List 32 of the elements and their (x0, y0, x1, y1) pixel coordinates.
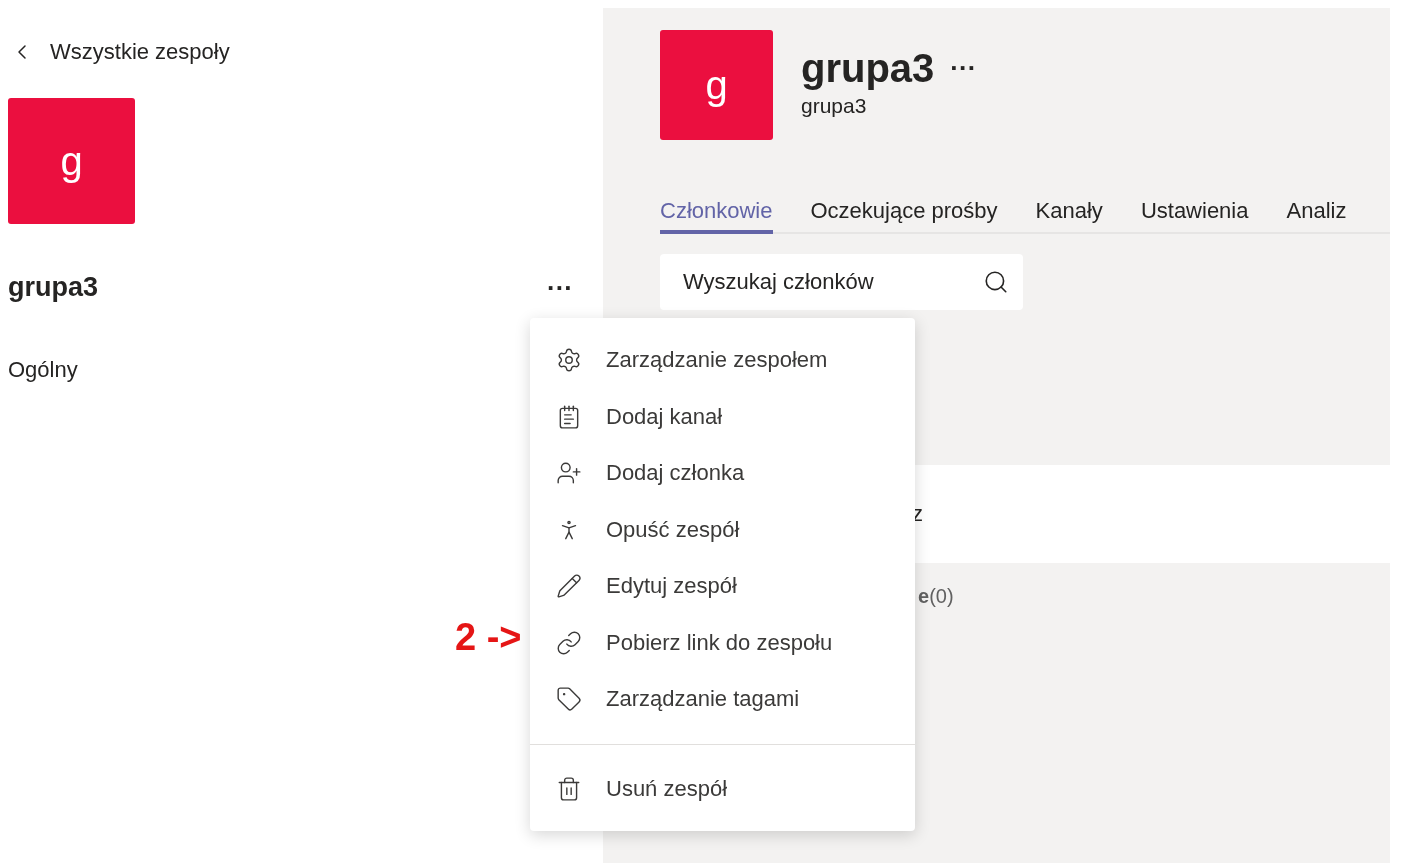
annotation-arrow: 2 -> (455, 616, 522, 659)
search-input[interactable]: Wyszukaj członków (681, 268, 965, 296)
more-button[interactable]: ··· (547, 274, 573, 301)
more-button[interactable]: ··· (950, 55, 977, 81)
tab[interactable]: Oczekujące prośby (810, 198, 998, 234)
tab[interactable]: Analiz (1286, 198, 1347, 234)
settings-icon (556, 347, 582, 374)
link-icon (556, 629, 582, 656)
team-avatar: g (8, 98, 135, 224)
menu-item[interactable]: Dodaj kanał (530, 388, 915, 445)
pencil-icon (556, 573, 582, 600)
team-title: grupa3 (801, 48, 935, 88)
menu-item[interactable]: Edytuj zespół (530, 558, 915, 615)
team-name: grupa3 (8, 272, 99, 303)
menu-item[interactable]: Zarządzanie zespołem (530, 332, 915, 389)
trash-icon (556, 775, 582, 802)
search-field[interactable]: Wyszukaj członków (660, 254, 1023, 310)
menu-item[interactable]: Opuść zespół (530, 501, 915, 558)
menu-item[interactable]: Zarządzanie tagami (530, 671, 915, 728)
menu-item[interactable]: Usuń zespół (530, 760, 915, 817)
tab[interactable]: Ustawienia (1140, 198, 1249, 234)
team-avatar: g (660, 30, 773, 140)
search-icon (983, 269, 1009, 295)
tab[interactable]: Kanały (1035, 198, 1103, 234)
section-label: e(0) (918, 585, 955, 608)
menu-item[interactable]: Pobierz link do zespołu (530, 614, 915, 671)
menu-item[interactable]: Dodaj członka (530, 445, 915, 502)
channel-link[interactable]: Ogólny (8, 357, 78, 383)
tab[interactable]: Członkowie (660, 198, 773, 234)
back-link[interactable]: Wszystkie zespoły (10, 36, 603, 68)
team-subtitle: grupa3 (801, 94, 868, 118)
tag-icon (556, 686, 582, 713)
